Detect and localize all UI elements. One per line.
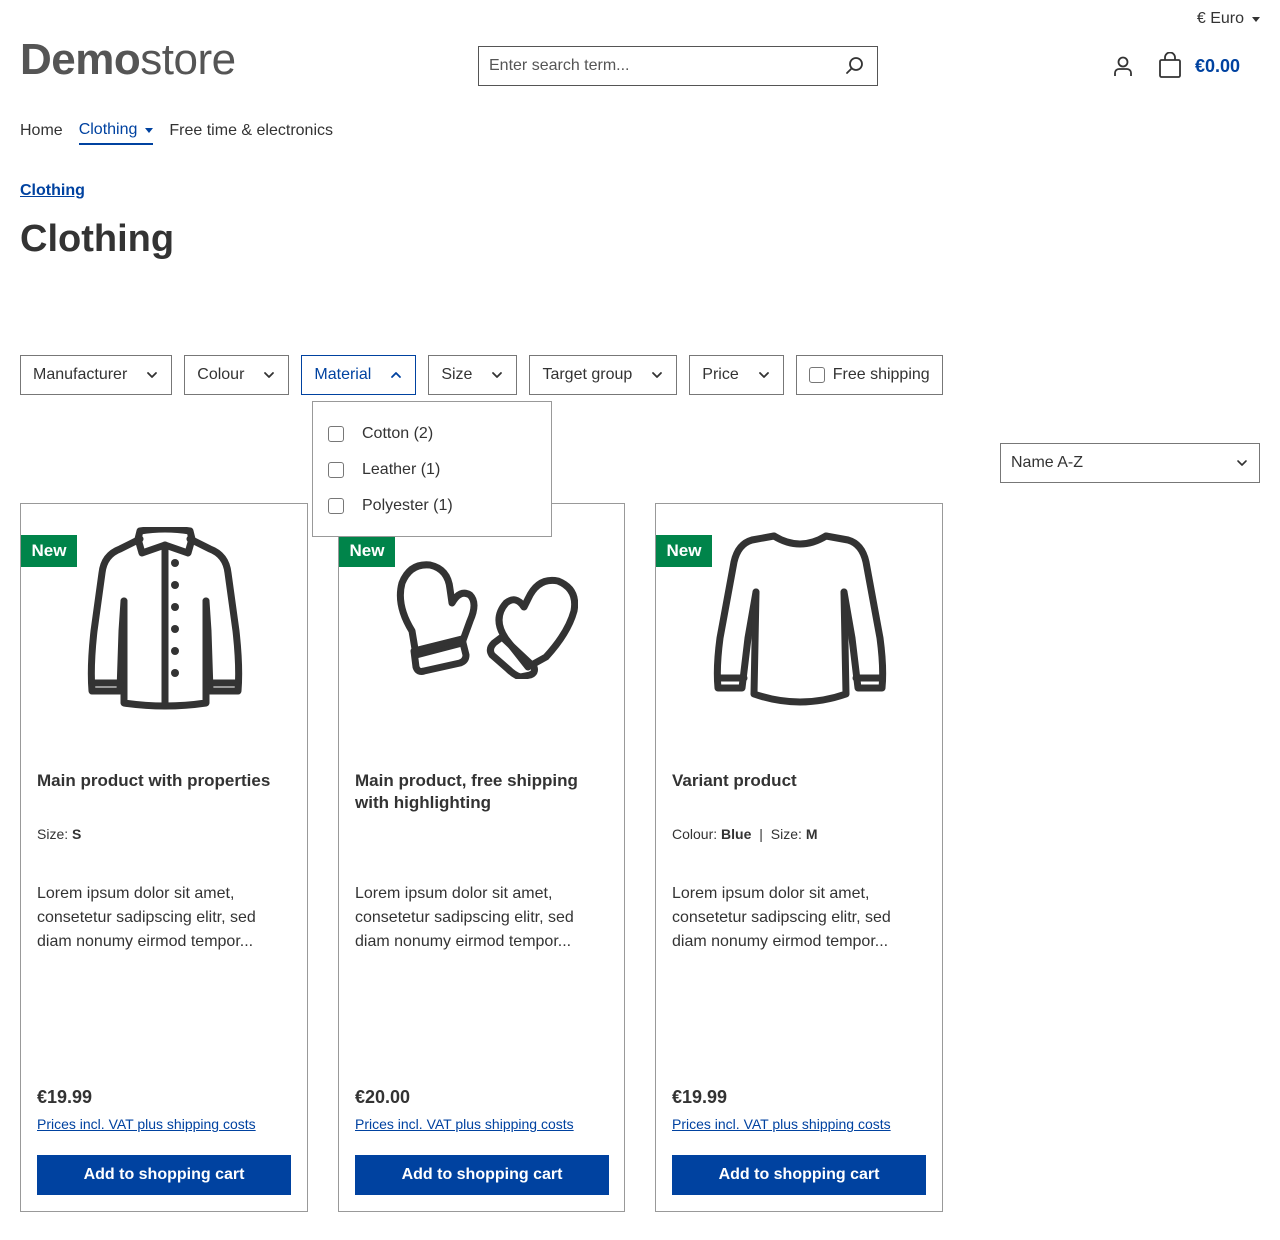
option-checkbox[interactable] xyxy=(328,498,344,514)
nav-item-free-time-electronics[interactable]: Free time & electronics xyxy=(169,121,333,145)
property-value: Blue xyxy=(721,826,752,842)
jacket-icon xyxy=(87,526,243,709)
logo-bold: Demo xyxy=(20,35,141,84)
logo-light: store xyxy=(140,35,236,84)
filter-label: Colour xyxy=(197,366,245,383)
filter-label: Material xyxy=(314,366,372,383)
user-icon xyxy=(1114,56,1132,76)
option-checkbox[interactable] xyxy=(328,426,344,442)
account-button[interactable] xyxy=(1111,54,1135,78)
search-bar xyxy=(478,46,878,86)
product-description: Lorem ipsum dolor sit amet, consetetur s… xyxy=(37,885,256,950)
product-description: Lorem ipsum dolor sit amet, consetetur s… xyxy=(355,885,574,950)
product-properties: Size: S xyxy=(37,826,81,842)
filter-price[interactable]: Price xyxy=(689,355,784,395)
filter-label: Price xyxy=(702,366,739,383)
option-checkbox[interactable] xyxy=(328,462,344,478)
filter-manufacturer[interactable]: Manufacturer xyxy=(20,355,173,395)
property-value: S xyxy=(72,826,82,842)
breadcrumb[interactable]: Clothing xyxy=(20,182,85,200)
product-properties: Colour: Blue | Size: M xyxy=(672,826,817,842)
option-label: Cotton (2) xyxy=(362,425,434,442)
page-title: Clothing xyxy=(20,218,175,260)
material-option-leather[interactable]: Leather (1) xyxy=(328,452,536,488)
product-description: Lorem ipsum dolor sit amet, consetetur s… xyxy=(672,885,891,950)
free-shipping-checkbox[interactable] xyxy=(808,367,825,383)
product-image[interactable] xyxy=(379,524,587,714)
chevron-up-icon xyxy=(391,372,402,378)
product-image[interactable] xyxy=(61,524,269,714)
product-price: €20.00 xyxy=(355,1087,411,1107)
filter-label: Manufacturer xyxy=(33,366,128,383)
sweater-icon xyxy=(713,532,887,706)
material-option-cotton[interactable]: Cotton (2) xyxy=(328,416,536,452)
sort-label: Name A-Z xyxy=(1011,454,1084,471)
product-card: New Main product with properties Size: S… xyxy=(20,503,308,1212)
product-card: New Variant product Colour: Blue | Size:… xyxy=(655,503,943,1212)
vat-shipping-link[interactable]: Prices incl. VAT plus shipping costs xyxy=(672,1116,891,1132)
product-price: €19.99 xyxy=(672,1087,728,1107)
sort-select[interactable]: Name A-Z xyxy=(1000,443,1260,483)
nav-item-home[interactable]: Home xyxy=(20,121,63,145)
currency-label: € Euro xyxy=(1196,10,1244,27)
filter-bar: Manufacturer Colour Material Size Target… xyxy=(20,355,943,395)
nav-item-label: Clothing xyxy=(78,121,138,138)
logo[interactable]: Demostore xyxy=(20,38,236,82)
product-name[interactable]: Main product with properties xyxy=(37,770,293,792)
cart-total: €0.00 xyxy=(1195,55,1241,76)
product-name[interactable]: Main product, free shipping with highlig… xyxy=(355,770,611,814)
chevron-down-icon xyxy=(264,372,275,378)
shopping-bag-icon xyxy=(1159,52,1181,78)
chevron-down-icon xyxy=(1237,460,1247,466)
search-button[interactable] xyxy=(833,47,877,85)
filter-free-shipping[interactable]: Free shipping xyxy=(795,355,943,395)
filter-label: Free shipping xyxy=(832,366,930,383)
add-to-cart-button[interactable]: Add to shopping cart xyxy=(355,1155,609,1195)
product-card: New Main product, free shipping with hig… xyxy=(338,503,625,1212)
chevron-down-icon xyxy=(492,372,503,378)
chevron-down-icon xyxy=(147,372,158,378)
search-input[interactable] xyxy=(479,47,833,85)
material-dropdown: Cotton (2) Leather (1) Polyester (1) xyxy=(312,401,552,537)
vat-shipping-link[interactable]: Prices incl. VAT plus shipping costs xyxy=(355,1116,574,1132)
property-label: Size: xyxy=(770,826,806,842)
product-image[interactable] xyxy=(696,524,904,714)
material-option-polyester[interactable]: Polyester (1) xyxy=(328,488,536,524)
filter-size[interactable]: Size xyxy=(428,355,518,395)
option-label: Polyester (1) xyxy=(362,497,453,514)
search-icon xyxy=(846,57,863,74)
add-to-cart-button[interactable]: Add to shopping cart xyxy=(37,1155,291,1195)
caret-down-icon xyxy=(1252,16,1260,22)
filter-colour[interactable]: Colour xyxy=(184,355,290,395)
currency-selector[interactable]: € Euro xyxy=(1197,10,1260,28)
vat-shipping-link[interactable]: Prices incl. VAT plus shipping costs xyxy=(37,1116,256,1132)
mittens-icon xyxy=(396,561,578,679)
filter-label: Size xyxy=(441,366,473,383)
product-name[interactable]: Variant product xyxy=(672,770,928,792)
property-label: Size: xyxy=(37,826,73,842)
property-value: M xyxy=(805,826,818,842)
new-badge: New xyxy=(656,535,712,567)
chevron-down-icon xyxy=(758,372,769,378)
nav-item-clothing[interactable]: Clothing xyxy=(78,121,154,145)
filter-material[interactable]: Material xyxy=(301,355,417,395)
main-nav: Home Clothing Free time & electronics xyxy=(20,121,333,145)
new-badge: New xyxy=(21,535,77,567)
filter-target-group[interactable]: Target group xyxy=(529,355,678,395)
property-label: Colour: xyxy=(672,826,722,842)
option-label: Leather (1) xyxy=(362,461,441,478)
nav-item-label: Free time & electronics xyxy=(169,122,333,139)
product-price: €19.99 xyxy=(37,1087,93,1107)
cart-button[interactable]: €0.00 xyxy=(1157,52,1240,80)
nav-item-label: Home xyxy=(20,122,63,139)
chevron-down-icon xyxy=(652,372,663,378)
caret-down-icon xyxy=(145,127,154,133)
property-separator: | xyxy=(759,826,763,842)
add-to-cart-button[interactable]: Add to shopping cart xyxy=(672,1155,926,1195)
new-badge: New xyxy=(339,535,395,567)
filter-label: Target group xyxy=(542,366,633,383)
